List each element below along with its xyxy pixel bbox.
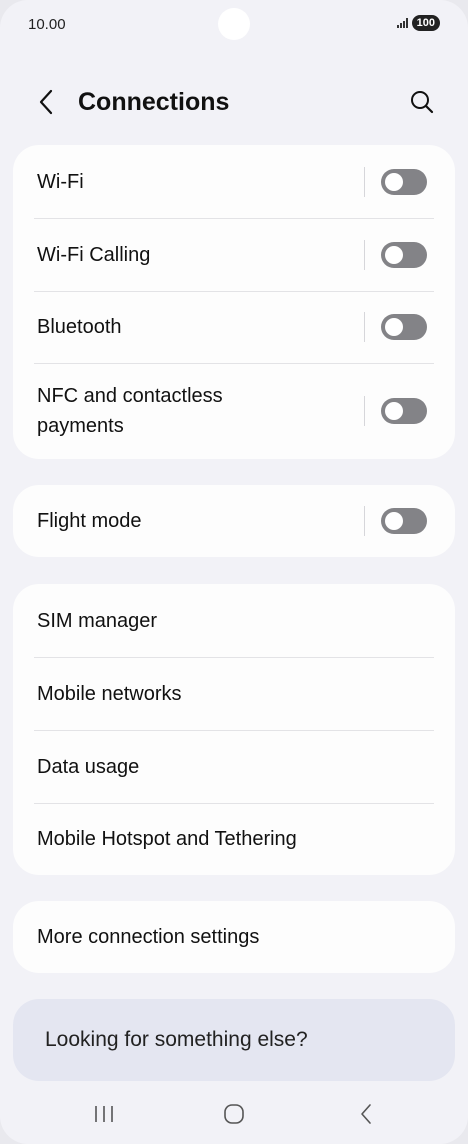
hotspot-row[interactable]: Mobile Hotspot and Tethering xyxy=(13,803,455,875)
wifi-toggle[interactable] xyxy=(381,168,427,195)
network-card: SIM manager Mobile networks Data usage M… xyxy=(13,584,455,875)
chevron-left-icon xyxy=(39,89,53,115)
divider xyxy=(364,312,365,342)
nfc-row[interactable]: NFC and contactless payments xyxy=(13,363,455,459)
sim-manager-label: SIM manager xyxy=(37,609,158,632)
nfc-label: NFC and contactless payments xyxy=(37,385,223,437)
wifi-calling-toggle[interactable] xyxy=(381,241,427,268)
search-icon xyxy=(411,91,434,114)
toggle-knob xyxy=(385,512,403,530)
suggestion-card[interactable]: Looking for something else? xyxy=(13,999,455,1081)
front-camera xyxy=(218,8,250,40)
wifi-calling-label: Wi-Fi Calling xyxy=(37,243,151,266)
phone-screen: 10.00 100 Connections Wi-Fi Wi-Fi Callin… xyxy=(0,0,468,1144)
divider xyxy=(364,239,365,270)
nav-back-button[interactable] xyxy=(346,1096,386,1132)
nfc-toggle[interactable] xyxy=(381,398,427,424)
more-connection-settings-label: More connection settings xyxy=(37,926,260,948)
status-bar: 10.00 100 xyxy=(0,0,468,50)
flight-mode-toggle[interactable] xyxy=(381,508,427,534)
header: Connections xyxy=(0,78,468,128)
back-button[interactable] xyxy=(30,86,62,118)
status-icons: 100 xyxy=(396,15,440,31)
home-icon xyxy=(224,1104,244,1124)
more-card: More connection settings xyxy=(13,901,455,973)
mobile-networks-row[interactable]: Mobile networks xyxy=(13,657,455,730)
wifi-calling-row[interactable]: Wi-Fi Calling xyxy=(13,218,455,291)
recents-button[interactable] xyxy=(84,1096,124,1132)
hotspot-label: Mobile Hotspot and Tethering xyxy=(37,828,297,850)
toggle-knob xyxy=(385,245,403,264)
battery-icon: 100 xyxy=(411,15,440,31)
wifi-row[interactable]: Wi-Fi xyxy=(13,145,455,218)
search-button[interactable] xyxy=(406,86,438,118)
toggle-knob xyxy=(385,402,403,420)
more-connection-settings-row[interactable]: More connection settings xyxy=(13,901,455,973)
mobile-networks-label: Mobile networks xyxy=(37,682,182,705)
divider xyxy=(364,166,365,197)
data-usage-label: Data usage xyxy=(37,755,140,778)
status-time: 10.00 xyxy=(28,16,66,33)
toggle-knob xyxy=(385,318,403,336)
page-title: Connections xyxy=(78,88,230,116)
radios-card: Wi-Fi Wi-Fi Calling Bluetooth NFC and co… xyxy=(13,145,455,459)
bluetooth-row[interactable]: Bluetooth xyxy=(13,291,455,363)
home-button[interactable] xyxy=(214,1096,254,1132)
divider xyxy=(364,396,365,426)
sim-manager-row[interactable]: SIM manager xyxy=(13,584,455,657)
flight-mode-row[interactable]: Flight mode xyxy=(13,485,455,557)
wifi-label: Wi-Fi xyxy=(37,170,84,193)
bluetooth-label: Bluetooth xyxy=(37,316,122,338)
toggle-knob xyxy=(385,172,403,191)
divider xyxy=(364,506,365,536)
flight-mode-label: Flight mode xyxy=(37,510,142,532)
suggestion-text: Looking for something else? xyxy=(45,1028,308,1051)
bluetooth-toggle[interactable] xyxy=(381,314,427,340)
data-usage-row[interactable]: Data usage xyxy=(13,730,455,803)
flight-card: Flight mode xyxy=(13,485,455,557)
recents-icon xyxy=(95,1106,113,1122)
navigation-bar xyxy=(0,1088,468,1138)
back-icon xyxy=(361,1104,371,1124)
signal-icon xyxy=(396,18,408,28)
